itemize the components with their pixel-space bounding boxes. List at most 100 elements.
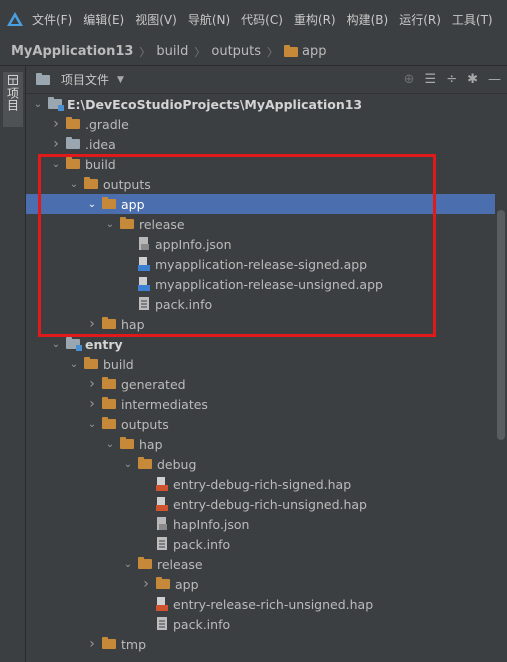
panel-toolbar: ⊕ ☰ ÷ ✱ —: [404, 66, 501, 93]
tree-item-label: .idea: [85, 136, 116, 152]
tree-row[interactable]: pack.info: [26, 614, 507, 634]
tree-row[interactable]: ⌄ entry: [26, 334, 507, 354]
chevron-down-icon[interactable]: ⌄: [68, 359, 80, 370]
menu-file[interactable]: 文件(F): [32, 11, 72, 28]
expand-all-icon[interactable]: ÷: [446, 72, 457, 87]
tree-row[interactable]: ⌄ hap: [26, 434, 507, 454]
deveco-logo-icon: [0, 0, 30, 38]
chevron-down-icon[interactable]: ⌄: [32, 99, 44, 110]
folder-icon: [156, 577, 170, 589]
menu-edit[interactable]: 编辑(E): [83, 11, 124, 28]
tree-item-label: entry: [85, 336, 123, 352]
json-file-icon: [156, 517, 168, 531]
menu-navigate[interactable]: 导航(N): [188, 11, 230, 28]
tree-item-label: .gradle: [85, 116, 129, 132]
menu-tools[interactable]: 工具(T): [452, 11, 493, 28]
chevron-down-icon[interactable]: ⌄: [104, 439, 116, 450]
tree-item-label: release: [157, 556, 203, 572]
tree-item-label: pack.info: [173, 616, 231, 632]
tree-item-label: build: [103, 356, 134, 372]
tree-item-label: outputs: [121, 416, 169, 432]
project-tool-tab[interactable]: 项目: [3, 72, 23, 127]
chevron-down-icon[interactable]: ⌄: [86, 419, 98, 430]
menu-refactor[interactable]: 重构(R): [294, 11, 336, 28]
tree-row[interactable]: ⌄ outputs: [26, 414, 507, 434]
tree-row[interactable]: ⌄ release: [26, 554, 507, 574]
locate-icon[interactable]: ⊕: [404, 72, 415, 87]
menu-view[interactable]: 视图(V): [135, 11, 177, 28]
breadcrumb-separator-icon: 〉: [267, 45, 279, 59]
chevron-down-icon[interactable]: ⌄: [122, 559, 134, 570]
menu-run[interactable]: 运行(R): [399, 11, 441, 28]
tree-row[interactable]: › .gradle: [26, 114, 507, 134]
text-file-icon: [156, 617, 168, 631]
tree-row[interactable]: › intermediates: [26, 394, 507, 414]
tree-row[interactable]: › .idea: [26, 134, 507, 154]
tree-row[interactable]: ⌄ debug: [26, 454, 507, 474]
tree-item-label: entry-debug-rich-signed.hap: [173, 476, 352, 492]
project-panel-header: 项目文件 ▼ ⊕ ☰ ÷ ✱ —: [26, 66, 507, 94]
text-file-icon: [156, 537, 168, 551]
menu-bar: 文件(F) 编辑(E) 视图(V) 导航(N) 代码(C) 重构(R) 构建(B…: [0, 0, 507, 38]
tree-row[interactable]: hapInfo.json: [26, 514, 507, 534]
chevron-right-icon[interactable]: ›: [86, 376, 98, 392]
tree-item-label: entry-debug-rich-unsigned.hap: [173, 496, 367, 512]
collapse-all-icon[interactable]: ☰: [425, 72, 437, 87]
folder-icon: [84, 357, 98, 369]
tree-item-label: generated: [121, 376, 186, 392]
hap-file-icon: [156, 497, 168, 511]
tree-row[interactable]: pack.info: [26, 534, 507, 554]
breadcrumb-build[interactable]: build: [156, 44, 188, 59]
breadcrumb-outputs[interactable]: outputs: [211, 44, 261, 59]
folder-icon: [102, 377, 116, 389]
gear-icon[interactable]: ✱: [467, 72, 478, 87]
module-folder-icon: [66, 337, 82, 351]
tree-item-label: pack.info: [173, 536, 231, 552]
hap-file-icon: [156, 597, 168, 611]
breadcrumb-project[interactable]: MyApplication13: [11, 44, 133, 59]
breadcrumb-separator-icon: 〉: [194, 45, 206, 59]
tree-row[interactable]: entry-debug-rich-signed.hap: [26, 474, 507, 494]
chevron-down-icon[interactable]: ▼: [117, 75, 124, 85]
project-icon: [8, 75, 18, 85]
hide-icon[interactable]: —: [488, 72, 501, 87]
breadcrumb-app[interactable]: app: [302, 44, 326, 59]
chevron-down-icon[interactable]: ⌄: [50, 339, 62, 350]
project-tab-label: 项目: [5, 87, 20, 111]
scrollbar-thumb[interactable]: [497, 210, 505, 440]
tree-item-label: E:\DevEcoStudioProjects\MyApplication13: [67, 96, 363, 112]
tree-row[interactable]: › tmp: [26, 634, 507, 654]
tree-row[interactable]: entry-debug-rich-unsigned.hap: [26, 494, 507, 514]
folder-icon: [102, 637, 116, 649]
chevron-right-icon[interactable]: ›: [140, 576, 152, 592]
chevron-right-icon[interactable]: ›: [86, 396, 98, 412]
folder-icon: [36, 72, 50, 85]
tree-row[interactable]: ⌄ E:\DevEcoStudioProjects\MyApplication13: [26, 94, 507, 114]
tree-row[interactable]: › app: [26, 574, 507, 594]
chevron-down-icon[interactable]: ⌄: [122, 459, 134, 470]
folder-icon: [102, 417, 116, 429]
scrollbar[interactable]: [495, 94, 507, 662]
tree-item-label: intermediates: [121, 396, 208, 412]
chevron-right-icon[interactable]: ›: [86, 636, 98, 652]
chevron-right-icon[interactable]: ›: [50, 116, 62, 132]
menu-code[interactable]: 代码(C): [241, 11, 283, 28]
folder-icon: [102, 397, 116, 409]
tree-item-label: entry-release-rich-unsigned.hap: [173, 596, 374, 612]
panel-title[interactable]: 项目文件: [61, 71, 109, 88]
menu-build[interactable]: 构建(B): [347, 11, 389, 28]
breadcrumb: MyApplication13 〉 build 〉 outputs 〉 app: [0, 38, 507, 66]
module-folder-icon: [48, 97, 64, 111]
highlight-annotation: [38, 154, 436, 337]
folder-icon: [120, 437, 134, 449]
breadcrumb-separator-icon: 〉: [139, 45, 151, 59]
folder-icon: [66, 137, 80, 149]
tree-item-label: tmp: [121, 636, 147, 652]
tree-row[interactable]: ⌄ build: [26, 354, 507, 374]
folder-icon: [284, 44, 299, 57]
chevron-right-icon[interactable]: ›: [50, 136, 62, 152]
tree-item-label: hap: [139, 436, 163, 452]
tree-row[interactable]: › generated: [26, 374, 507, 394]
folder-icon: [66, 117, 80, 129]
tree-row[interactable]: entry-release-rich-unsigned.hap: [26, 594, 507, 614]
